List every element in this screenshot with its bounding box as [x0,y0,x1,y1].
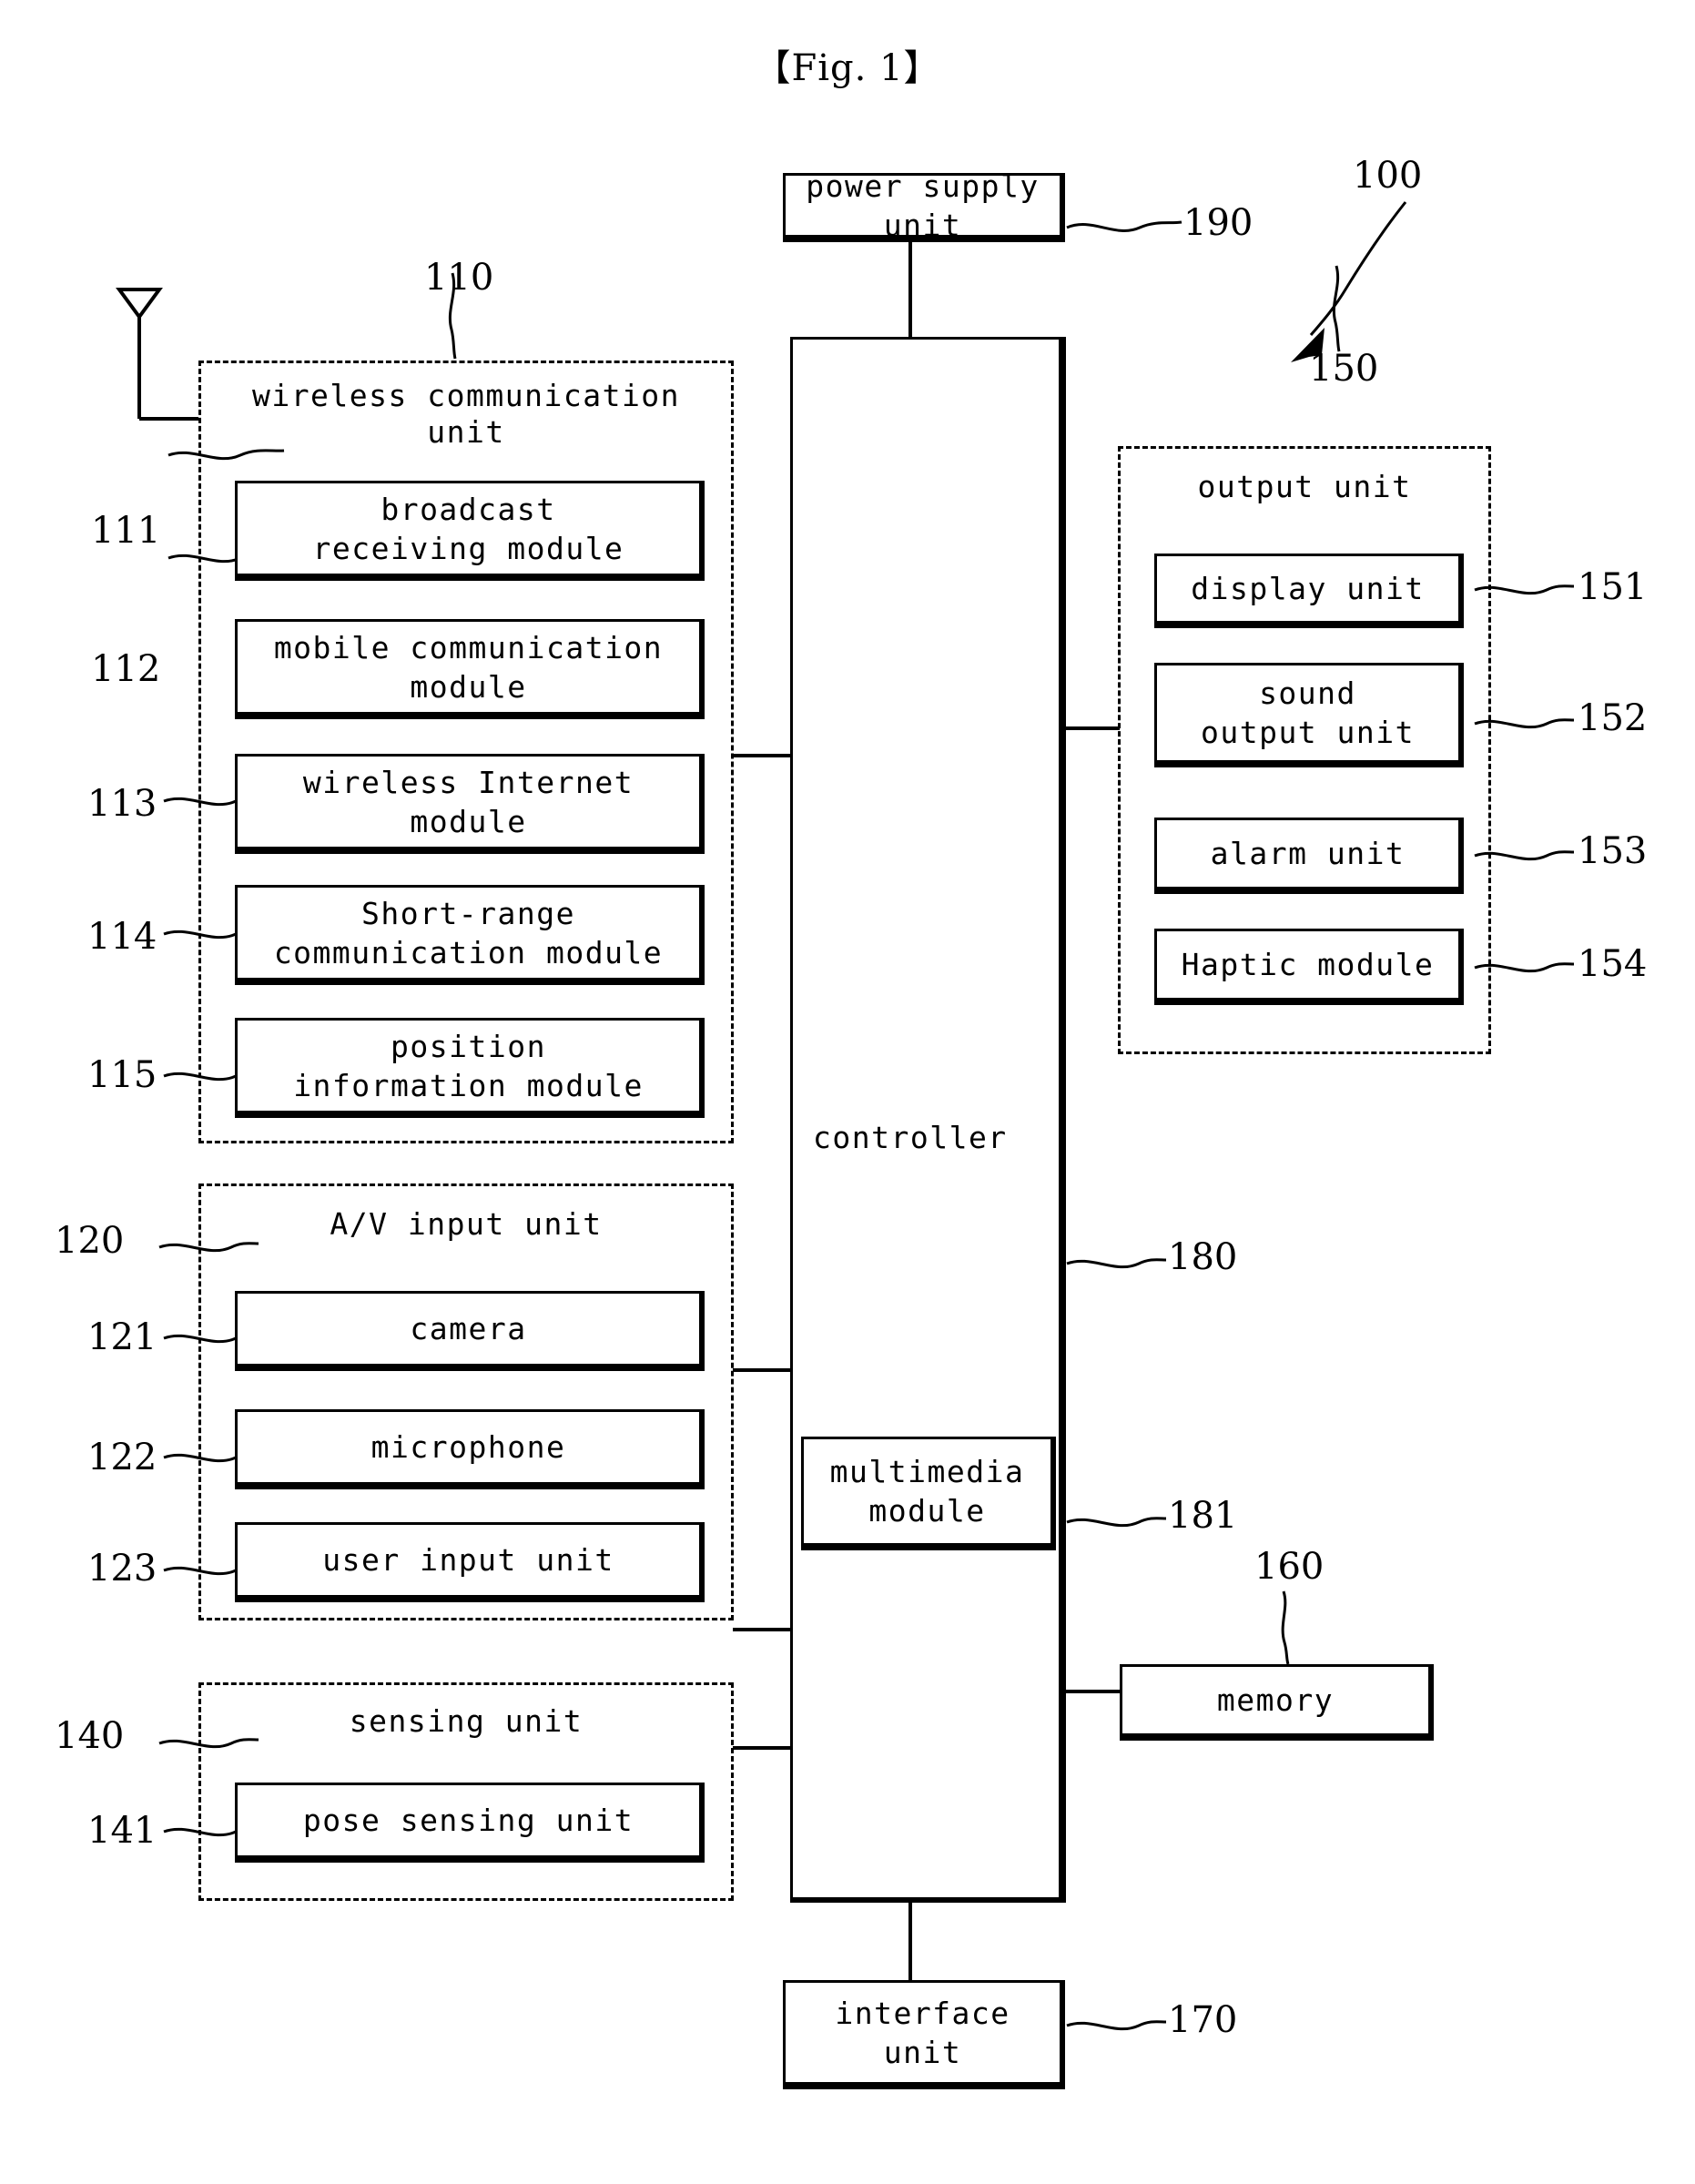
microphone-box[interactable]: microphone [235,1409,705,1489]
ref-154: 154 [1578,943,1648,985]
ref-110: 110 [424,257,494,299]
ref-180: 180 [1168,1236,1238,1278]
av-input-unit-title: A/V input unit [330,1206,603,1242]
patent-figure-page: 【Fig. 1】 power supply unit 190 100 contr… [0,0,1695,2184]
ref-112: 112 [91,648,161,690]
mobile-communication-module-box[interactable]: mobile communication module [235,619,705,719]
ref-170: 170 [1168,1999,1238,2041]
sound-output-unit-box[interactable]: sound output unit [1154,663,1464,767]
figure-title: 【Fig. 1】 [754,47,941,89]
ref-181: 181 [1168,1495,1238,1537]
ref-115: 115 [87,1054,157,1096]
interface-unit-box[interactable]: interface unit [783,1980,1065,2089]
multimedia-module-box[interactable]: multimedia module [801,1437,1056,1550]
short-range-communication-module-box[interactable]: Short-range communication module [235,885,705,985]
memory-box[interactable]: memory [1120,1664,1434,1741]
ref-114: 114 [87,916,157,958]
ref-111: 111 [91,510,161,552]
controller-label: controller [813,1120,1008,1155]
antenna-icon [116,288,198,421]
ref-141: 141 [87,1810,157,1852]
controller-box[interactable]: controller [790,337,1066,1903]
ref-122: 122 [87,1437,157,1478]
ref-190: 190 [1183,202,1253,244]
ref-160: 160 [1254,1546,1325,1588]
user-input-unit-box[interactable]: user input unit [235,1522,705,1602]
position-information-module-box[interactable]: position information module [235,1018,705,1118]
ref-100: 100 [1353,155,1423,197]
broadcast-receiving-module-box[interactable]: broadcast receiving module [235,481,705,581]
wireless-communication-unit-title: wireless communication unit [251,378,681,450]
haptic-module-box[interactable]: Haptic module [1154,929,1464,1005]
power-supply-unit-box[interactable]: power supply unit [783,168,1065,243]
ref-140: 140 [55,1715,125,1757]
ref-150: 150 [1309,348,1379,390]
pose-sensing-unit-box[interactable]: pose sensing unit [235,1783,705,1863]
ref-113: 113 [87,783,157,825]
display-unit-box[interactable]: display unit [1154,554,1464,628]
ref-153: 153 [1578,830,1648,872]
ref-152: 152 [1578,697,1648,739]
ref-123: 123 [87,1548,157,1590]
ref-120: 120 [55,1220,125,1262]
sensing-unit-title: sensing unit [349,1703,584,1739]
alarm-unit-box[interactable]: alarm unit [1154,818,1464,894]
camera-box[interactable]: camera [235,1291,705,1371]
ref-151: 151 [1578,566,1648,608]
output-unit-title: output unit [1197,469,1412,504]
ref-121: 121 [87,1316,157,1358]
wireless-internet-module-box[interactable]: wireless Internet module [235,754,705,854]
